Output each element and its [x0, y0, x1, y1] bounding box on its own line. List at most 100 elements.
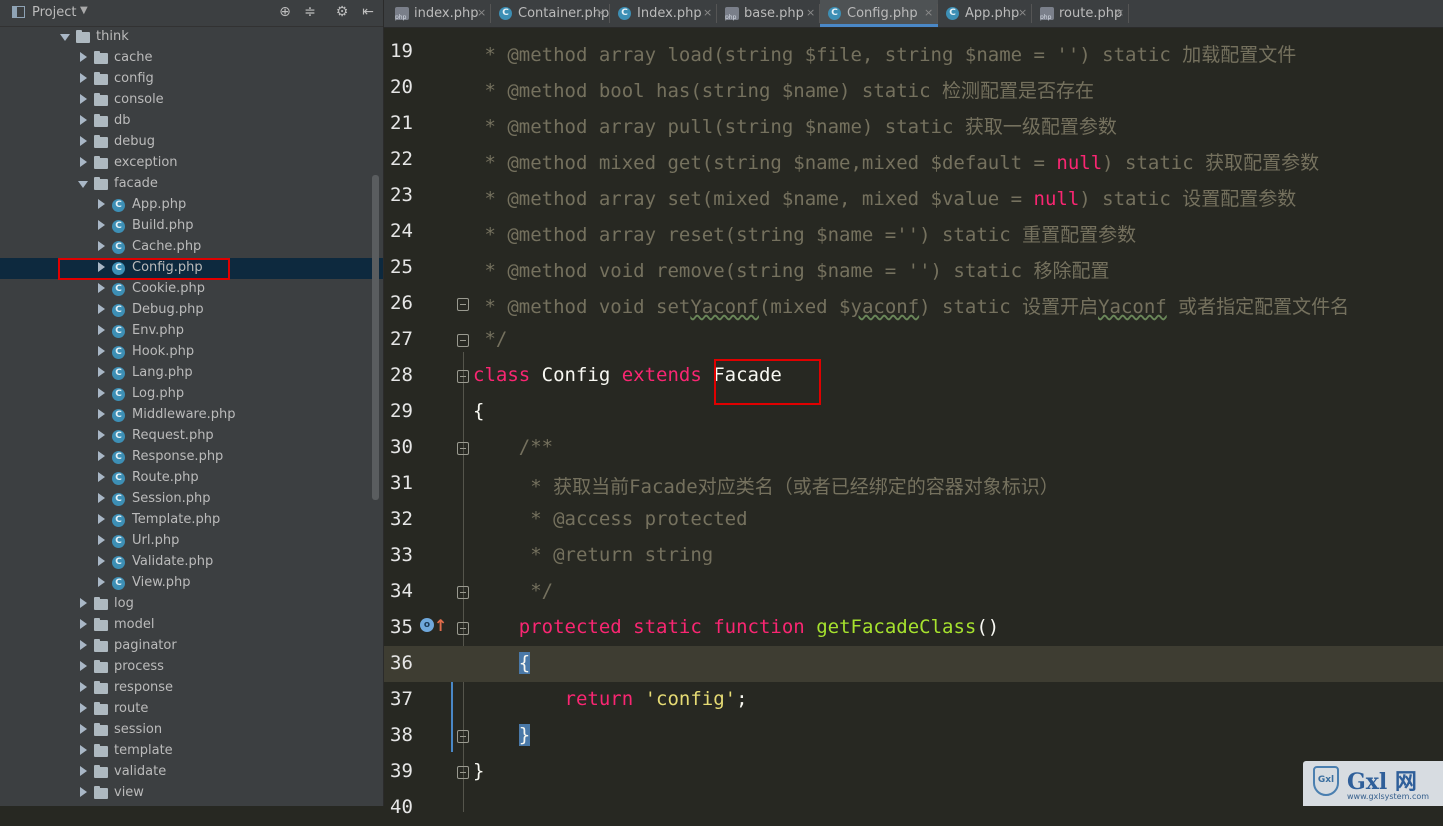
tab-index-php[interactable]: C Index.php ×: [610, 0, 717, 27]
chevron-right-icon[interactable]: [98, 304, 105, 314]
chevron-right-icon[interactable]: [80, 787, 87, 797]
chevron-right-icon[interactable]: [98, 220, 105, 230]
tab-base-php[interactable]: base.php×: [717, 0, 820, 27]
gear-icon[interactable]: ⚙: [333, 3, 351, 21]
tree-folder[interactable]: template: [0, 741, 383, 762]
project-header[interactable]: Project ▼ ⊕ ≑ ⚙ ⇤: [0, 0, 383, 27]
chevron-right-icon[interactable]: [98, 241, 105, 251]
tree-file[interactable]: C App.php: [0, 195, 383, 216]
chevron-right-icon[interactable]: [80, 745, 87, 755]
chevron-right-icon[interactable]: [98, 409, 105, 419]
up-arrow-icon[interactable]: ↑: [434, 616, 447, 635]
chevron-right-icon[interactable]: [80, 661, 87, 671]
code-line[interactable]: 24 * @method array reset(string $name ='…: [384, 214, 1443, 250]
chevron-right-icon[interactable]: [80, 157, 87, 167]
close-icon[interactable]: ×: [1115, 6, 1124, 19]
chevron-right-icon[interactable]: [80, 52, 87, 62]
code-line[interactable]: 21 * @method array pull(string $name) st…: [384, 106, 1443, 142]
code-editor[interactable]: 19 * @method array load(string $file, st…: [384, 28, 1443, 818]
tree-folder[interactable]: process: [0, 657, 383, 678]
chevron-right-icon[interactable]: [98, 199, 105, 209]
fold-marker-icon[interactable]: [457, 442, 469, 455]
code-line[interactable]: 27 */: [384, 322, 1443, 358]
tree-file[interactable]: C Build.php: [0, 216, 383, 237]
code-line[interactable]: 39}: [384, 754, 1443, 790]
code-line[interactable]: 37 return 'config';: [384, 682, 1443, 718]
fold-marker-icon[interactable]: [457, 622, 469, 635]
chevron-right-icon[interactable]: [98, 430, 105, 440]
chevron-down-icon[interactable]: ▼: [80, 5, 88, 16]
tree-folder[interactable]: session: [0, 720, 383, 741]
project-title[interactable]: Project: [32, 5, 76, 20]
tree-file[interactable]: C Log.php: [0, 384, 383, 405]
chevron-right-icon[interactable]: [98, 514, 105, 524]
close-icon[interactable]: ×: [924, 6, 933, 19]
locate-icon[interactable]: ⊕: [276, 3, 294, 21]
code-line[interactable]: 36 {: [384, 646, 1443, 682]
chevron-down-icon[interactable]: [60, 34, 70, 41]
chevron-right-icon[interactable]: [80, 598, 87, 608]
tab-route-php[interactable]: route.php×: [1032, 0, 1129, 27]
tree-folder[interactable]: cache: [0, 48, 383, 69]
tree-file[interactable]: C Request.php: [0, 426, 383, 447]
tree-file[interactable]: C Lang.php: [0, 363, 383, 384]
chevron-right-icon[interactable]: [80, 640, 87, 650]
code-line[interactable]: 35 o ↑ protected static function getFacade…: [384, 610, 1443, 646]
fold-marker-icon[interactable]: [457, 334, 469, 347]
chevron-right-icon[interactable]: [98, 577, 105, 587]
code-line[interactable]: 38 }: [384, 718, 1443, 754]
sidebar-scrollbar[interactable]: [372, 175, 379, 500]
chevron-right-icon[interactable]: [80, 703, 87, 713]
tree-file[interactable]: C Debug.php: [0, 300, 383, 321]
chevron-right-icon[interactable]: [80, 115, 87, 125]
tree-folder[interactable]: model: [0, 615, 383, 636]
chevron-right-icon[interactable]: [98, 556, 105, 566]
code-line[interactable]: 25 * @method void remove(string $name = …: [384, 250, 1443, 286]
close-icon[interactable]: ×: [477, 6, 486, 19]
code-line[interactable]: 31 * 获取当前Facade对应类名（或者已经绑定的容器对象标识）: [384, 466, 1443, 502]
chevron-right-icon[interactable]: [98, 493, 105, 503]
code-line[interactable]: 32 * @access protected: [384, 502, 1443, 538]
fold-marker-icon[interactable]: [457, 730, 469, 743]
tab-config-php[interactable]: C Config.php ×: [820, 0, 938, 27]
chevron-right-icon[interactable]: [98, 535, 105, 545]
fold-marker-icon[interactable]: [457, 298, 469, 311]
code-line[interactable]: 34 */: [384, 574, 1443, 610]
tree-file[interactable]: C Middleware.php: [0, 405, 383, 426]
chevron-right-icon[interactable]: [80, 94, 87, 104]
tree-folder[interactable]: console: [0, 90, 383, 111]
chevron-down-icon[interactable]: [78, 181, 88, 188]
collapse-all-icon[interactable]: ≑: [301, 3, 319, 21]
code-line[interactable]: 29 {: [384, 394, 1443, 430]
hide-panel-icon[interactable]: ⇤: [359, 3, 377, 21]
tree-file[interactable]: C Url.php: [0, 531, 383, 552]
tree-folder[interactable]: config: [0, 69, 383, 90]
chevron-right-icon[interactable]: [98, 283, 105, 293]
tree-folder[interactable]: facade: [0, 174, 383, 195]
tree-file[interactable]: C Response.php: [0, 447, 383, 468]
fold-marker-icon[interactable]: [457, 586, 469, 599]
code-line[interactable]: 19 * @method array load(string $file, st…: [384, 34, 1443, 70]
tree-folder[interactable]: db: [0, 111, 383, 132]
fold-marker-icon[interactable]: [457, 370, 469, 383]
tree-file[interactable]: C Hook.php: [0, 342, 383, 363]
tree-folder[interactable]: paginator: [0, 636, 383, 657]
tree-folder[interactable]: route: [0, 699, 383, 720]
close-icon[interactable]: ×: [806, 6, 815, 19]
chevron-right-icon[interactable]: [80, 682, 87, 692]
close-icon[interactable]: ×: [703, 6, 712, 19]
tree-file[interactable]: C Cache.php: [0, 237, 383, 258]
tree-folder[interactable]: validate: [0, 762, 383, 783]
tab-index-php[interactable]: index.php×: [387, 0, 491, 27]
close-icon[interactable]: ×: [596, 6, 605, 19]
chevron-right-icon[interactable]: [98, 346, 105, 356]
code-line[interactable]: 30 /**: [384, 430, 1443, 466]
code-line[interactable]: 33 * @return string: [384, 538, 1443, 574]
tree-file[interactable]: C Env.php: [0, 321, 383, 342]
code-line[interactable]: 22 * @method mixed get(string $name,mixe…: [384, 142, 1443, 178]
code-line[interactable]: 26 * @method void setYaconf(mixed $yacon…: [384, 286, 1443, 322]
chevron-right-icon[interactable]: [98, 367, 105, 377]
chevron-right-icon[interactable]: [80, 136, 87, 146]
close-icon[interactable]: ×: [1018, 6, 1027, 19]
chevron-right-icon[interactable]: [80, 619, 87, 629]
